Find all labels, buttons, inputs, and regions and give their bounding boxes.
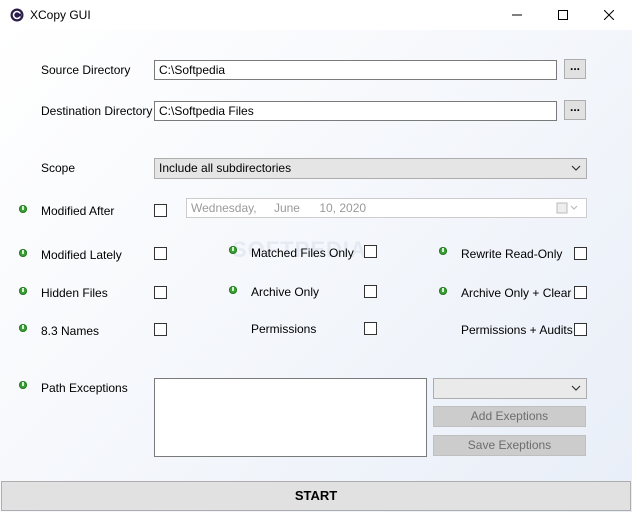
path-exceptions-label: Path Exceptions [41, 381, 128, 395]
save-exceptions-button[interactable]: Save Exeptions [433, 435, 586, 456]
title-bar: XCopy GUI [0, 0, 632, 30]
hidden-files-checkbox[interactable] [154, 286, 167, 299]
window-title: XCopy GUI [30, 8, 91, 22]
info-icon [439, 247, 447, 255]
info-icon [229, 246, 237, 254]
hidden-files-label: Hidden Files [41, 286, 108, 300]
date-month: June [273, 201, 300, 215]
source-directory-input[interactable]: C:\Softpedia [154, 60, 557, 80]
archive-only-checkbox[interactable] [364, 285, 377, 298]
destination-directory-input[interactable]: C:\Softpedia Files [154, 101, 557, 121]
destination-directory-label: Destination Directory [41, 104, 153, 118]
modified-lately-label: Modified Lately [41, 248, 122, 262]
destination-browse-button[interactable]: ... [564, 100, 586, 120]
info-icon [19, 324, 27, 332]
permissions-audits-label: Permissions + Audits [461, 323, 573, 337]
date-weekday: Wednesday, [191, 201, 257, 215]
app-icon [10, 8, 24, 22]
scope-selected: Include all subdirectories [159, 161, 292, 175]
permissions-label: Permissions [251, 322, 317, 336]
matched-files-only-checkbox[interactable] [364, 245, 377, 258]
scope-label: Scope [41, 161, 76, 175]
chevron-down-icon [571, 385, 581, 391]
modified-after-label: Modified After [41, 204, 115, 218]
source-browse-button[interactable]: ... [564, 59, 586, 79]
scope-dropdown[interactable]: Include all subdirectories [154, 158, 587, 179]
calendar-dropdown-icon [556, 202, 578, 214]
info-icon [19, 205, 27, 213]
close-button[interactable] [586, 0, 632, 30]
maximize-button[interactable] [540, 0, 586, 30]
close-icon [604, 10, 614, 20]
modified-after-checkbox[interactable] [154, 204, 167, 217]
date-day-year: 10, 2020 [319, 201, 367, 215]
maximize-icon [558, 10, 568, 20]
info-icon [439, 287, 447, 295]
minimize-icon [512, 14, 522, 16]
names-83-label: 8.3 Names [41, 324, 100, 338]
info-icon [19, 287, 27, 295]
archive-only-clear-label: Archive Only + Clear [461, 286, 572, 300]
info-icon [19, 249, 27, 257]
permissions-audits-checkbox[interactable] [574, 323, 587, 336]
info-icon [19, 381, 27, 389]
minimize-button[interactable] [494, 0, 540, 30]
path-exceptions-dropdown[interactable] [433, 378, 587, 399]
source-directory-label: Source Directory [41, 63, 131, 77]
matched-files-only-label: Matched Files Only [251, 246, 354, 260]
archive-only-clear-checkbox[interactable] [574, 286, 587, 299]
rewrite-read-only-label: Rewrite Read-Only [461, 247, 563, 261]
names-83-checkbox[interactable] [154, 323, 167, 336]
modified-lately-checkbox[interactable] [154, 247, 167, 260]
info-icon [229, 286, 237, 294]
archive-only-label: Archive Only [251, 285, 320, 299]
permissions-checkbox[interactable] [364, 322, 377, 335]
rewrite-read-only-checkbox[interactable] [574, 247, 587, 260]
path-exceptions-textarea[interactable] [154, 378, 427, 457]
modified-after-date-picker[interactable]: Wednesday, June 10, 2020 [186, 198, 587, 218]
add-exceptions-button[interactable]: Add Exeptions [433, 406, 586, 427]
chevron-down-icon [571, 165, 581, 171]
start-button[interactable]: START [1, 481, 631, 511]
